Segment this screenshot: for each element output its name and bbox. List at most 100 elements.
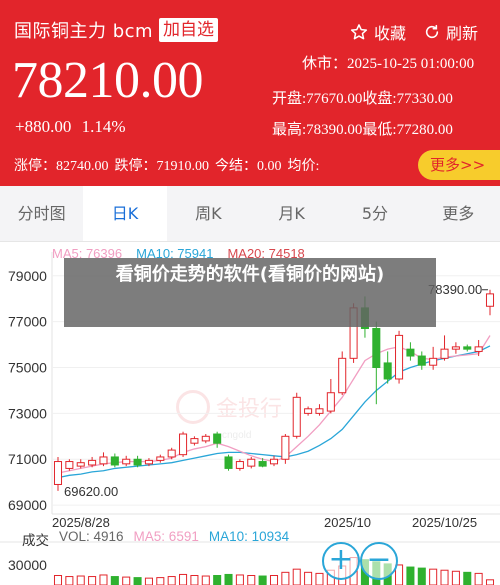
candle-body	[110, 456, 119, 466]
candle-body	[179, 433, 188, 456]
vol-ma10: MA10: 10934	[208, 529, 290, 544]
max-price-label: 78390.00	[428, 282, 482, 297]
refresh-label: 刷新	[446, 24, 479, 43]
limit-up: 涨停：82740.00	[14, 159, 109, 174]
vol-value: VOL: 4916	[59, 529, 124, 544]
open-price: 开盘:77670.00	[272, 91, 363, 107]
candle-body	[463, 346, 472, 350]
change-value: +880.00	[15, 117, 72, 136]
vol-ma5: MA5: 6591	[133, 529, 199, 544]
y-tick-label: 73000	[8, 405, 47, 421]
volume-bar	[88, 576, 97, 585]
tab-weekly-k[interactable]: 周K	[167, 186, 250, 241]
volume-bar	[201, 575, 210, 585]
volume-bar	[406, 566, 415, 585]
close-price: 收盘:77330.00	[362, 91, 453, 107]
tab-daily-k[interactable]: 日K	[83, 186, 167, 241]
volume-bar	[258, 575, 267, 585]
candle-body	[315, 408, 324, 414]
volume-bar	[429, 568, 438, 585]
volume-bar	[485, 579, 495, 585]
tab-monthly-k[interactable]: 月K	[250, 186, 333, 241]
candle-body	[190, 438, 199, 444]
last-price: 78210.00	[12, 52, 204, 109]
market-status: 休市：2025-10-25 01:00:00	[302, 56, 475, 72]
zoom-out-button[interactable]: −	[360, 542, 398, 580]
volume-bar	[463, 571, 472, 585]
volume-label: 成交	[22, 533, 49, 548]
star-icon	[350, 24, 368, 40]
refresh-icon	[425, 24, 439, 39]
period-tabs: 分时图 日K 周K 月K 5分 更多	[0, 186, 500, 242]
open-close-row: 开盘:77670.00收盘:77330.00	[272, 87, 453, 108]
candle-body	[281, 435, 290, 460]
candle-body	[247, 458, 256, 467]
volume-bar	[99, 574, 108, 585]
candle-body	[133, 458, 142, 466]
favorite-button[interactable]: 收藏	[350, 20, 406, 44]
candle-body	[201, 435, 210, 442]
limit-down: 跌停：71910.00	[114, 159, 210, 174]
volume-bar	[133, 577, 142, 585]
high-price: 最高:78390.00	[272, 122, 363, 138]
change-percent: 1.14%	[81, 117, 126, 136]
low-price: 最低:77280.00	[362, 122, 453, 138]
volume-bar	[235, 574, 244, 585]
y-tick-label: 69000	[8, 497, 47, 513]
instrument-title: 国际铜主力 bcm	[14, 21, 154, 42]
volume-bar	[53, 575, 63, 585]
candle-body	[383, 362, 392, 380]
tab-intraday[interactable]: 分时图	[0, 186, 83, 241]
candle-body	[417, 355, 426, 366]
candle-body	[235, 461, 244, 469]
volume-bar	[304, 571, 313, 585]
avg-price: 均价:	[287, 159, 320, 174]
volume-bar	[156, 577, 165, 585]
candle-body	[224, 456, 233, 469]
y-tick-label: 71000	[8, 451, 47, 467]
candle-body	[451, 346, 460, 350]
candle-body	[485, 293, 495, 307]
volume-bar	[440, 569, 449, 585]
limits-row: 涨停：82740.00 跌停：71910.00 今结：0.00 均价:	[14, 155, 325, 175]
date-end: 2025/10/25	[412, 515, 478, 530]
candle-body	[440, 348, 449, 359]
article-title-overlay: 看铜价走势的软件(看铜价的网站)	[64, 258, 436, 327]
volume-bar	[167, 576, 176, 585]
volume-bar	[269, 575, 279, 585]
refresh-button[interactable]: 刷新	[424, 20, 478, 44]
volume-bar	[315, 572, 324, 585]
candle-body	[88, 459, 97, 466]
volume-bar	[65, 576, 74, 585]
candle-body	[122, 458, 131, 465]
volume-legend: 成交 VOL: 4916 MA5: 6591 MA10: 10934	[22, 529, 289, 549]
volume-bar	[179, 573, 188, 585]
y-tick-label: 79000	[8, 268, 47, 284]
candle-body	[99, 456, 108, 465]
candle-body	[213, 433, 222, 444]
volume-bar	[281, 571, 290, 585]
high-low-row: 最高:78390.00最低:77280.00	[272, 118, 453, 139]
candle-body	[372, 328, 381, 369]
candle-body	[269, 458, 279, 465]
add-watchlist-button[interactable]: 加自选	[159, 18, 218, 42]
candle-body	[144, 459, 153, 465]
candle-body	[53, 461, 63, 485]
quote-header: 国际铜主力 bcm 加自选 收藏 刷新 休市：2025-10-25 01:00:…	[0, 0, 500, 186]
volume-bar	[451, 570, 460, 585]
candle-body	[304, 408, 313, 414]
tab-more[interactable]: 更多	[417, 186, 500, 241]
candle-body	[429, 357, 438, 366]
tab-5min[interactable]: 5分	[333, 186, 416, 241]
candle-body	[338, 357, 347, 394]
candle-body	[258, 461, 267, 467]
volume-bar	[76, 575, 85, 585]
volume-bar	[110, 576, 119, 585]
candle-body	[156, 456, 165, 461]
volume-bar	[144, 577, 153, 585]
volume-bar	[474, 572, 483, 585]
candle-body	[167, 449, 176, 458]
settle-price: 今结：0.00	[215, 159, 282, 174]
more-button[interactable]: 更多>>	[418, 150, 500, 180]
zoom-in-button[interactable]: +	[322, 542, 360, 580]
